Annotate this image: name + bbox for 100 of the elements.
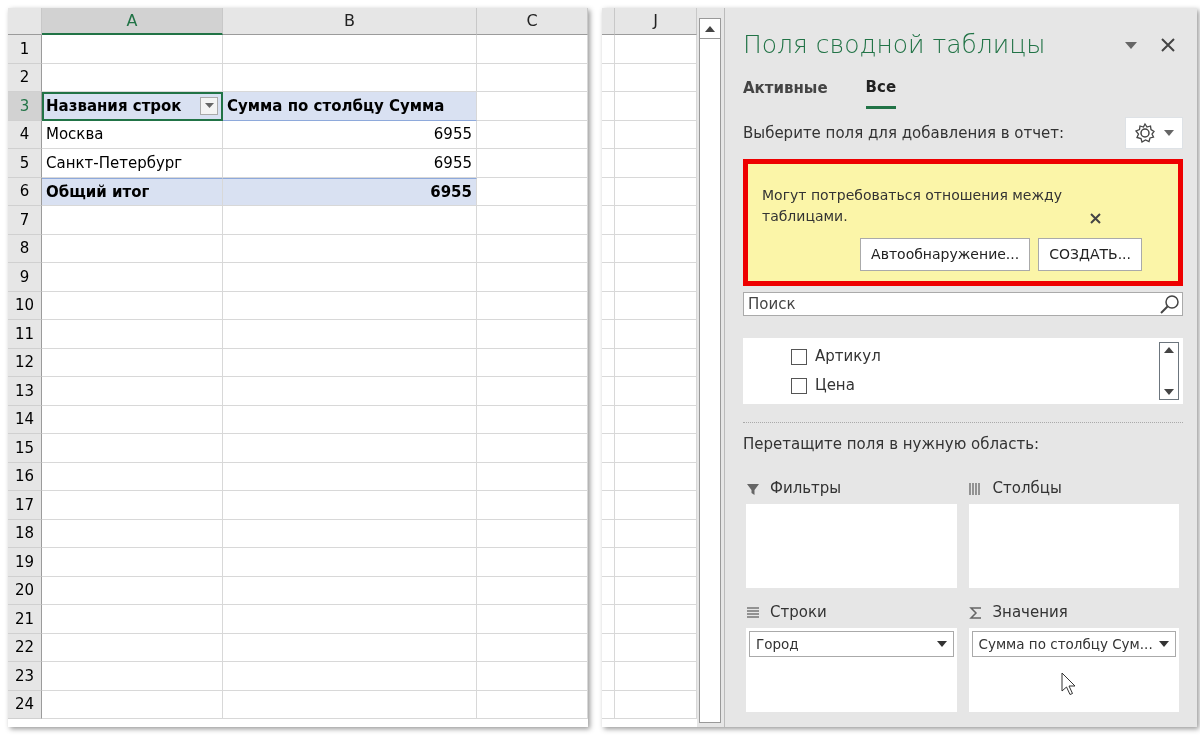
- field-item[interactable]: Цена: [743, 371, 1159, 400]
- column-header[interactable]: B: [223, 8, 477, 35]
- notice-text: Могут потребоваться отношения между таблицами.: [762, 186, 1063, 226]
- row-header[interactable]: 15: [8, 434, 42, 463]
- area-title: Значения: [992, 602, 1068, 624]
- table-cell: [602, 63, 615, 92]
- table-cell: [602, 576, 615, 605]
- row-header[interactable]: 5: [8, 149, 42, 178]
- mouse-pointer-icon: [1060, 671, 1077, 696]
- table-cell: [602, 263, 615, 292]
- total-cell: 6955: [223, 177, 477, 206]
- table-cell: [602, 120, 615, 149]
- cell-text: Названия строк: [46, 95, 182, 117]
- list-scrollbar[interactable]: [1159, 342, 1179, 400]
- notice-button[interactable]: СОЗДАТЬ...: [1038, 238, 1142, 271]
- tools-button[interactable]: [1125, 117, 1183, 149]
- total-cell: Общий итог: [42, 177, 223, 206]
- drag-hint-text: Перетащите поля в нужную область:: [743, 434, 1041, 455]
- row-header[interactable]: 7: [8, 206, 42, 235]
- tab[interactable]: Все: [865, 71, 897, 109]
- notice-button[interactable]: Автообнаружение...: [860, 238, 1031, 271]
- caret-icon: [1159, 640, 1169, 647]
- table-cell: [602, 234, 615, 263]
- field-item[interactable]: Артикул: [743, 342, 1159, 371]
- row-header[interactable]: 19: [8, 548, 42, 577]
- caret-icon: [1125, 41, 1137, 49]
- row-header[interactable]: 23: [8, 662, 42, 691]
- row-header[interactable]: 21: [8, 605, 42, 634]
- drop-area[interactable]: Сумма по столбцу Сум...: [968, 627, 1179, 712]
- table-cell: [602, 348, 615, 377]
- table-cell: [602, 320, 615, 349]
- row-header[interactable]: 2: [8, 63, 42, 92]
- table-cell: 6955: [223, 120, 477, 149]
- search-icon: [1159, 293, 1181, 315]
- table-cell: [602, 519, 615, 548]
- filter-icon: [746, 481, 760, 496]
- pivot-header-cell: Сумма по столбцу Сумма: [223, 92, 477, 121]
- table-cell: [602, 434, 615, 463]
- row-header[interactable]: 17: [8, 491, 42, 520]
- row-header[interactable]: 3: [8, 92, 42, 121]
- checkbox[interactable]: [791, 348, 807, 365]
- table-cell: [602, 605, 615, 634]
- row-header[interactable]: 16: [8, 462, 42, 491]
- row-header[interactable]: 8: [8, 234, 42, 263]
- area-title: Строки: [770, 602, 827, 624]
- checkbox[interactable]: [791, 377, 807, 394]
- table-cell: 6955: [223, 149, 477, 178]
- sigma-icon: [968, 605, 983, 620]
- table-cell: [602, 149, 615, 178]
- table-cell: [602, 35, 615, 64]
- row-header[interactable]: 20: [8, 576, 42, 605]
- table-cell: [602, 405, 615, 434]
- table-cell: Москва: [42, 120, 223, 149]
- row-header[interactable]: 4: [8, 120, 42, 149]
- table-cell: [602, 548, 615, 577]
- row-header[interactable]: 9: [8, 263, 42, 292]
- table-cell: [602, 177, 615, 206]
- row-header[interactable]: 6: [8, 177, 42, 206]
- filter-dropdown-button[interactable]: [200, 96, 218, 115]
- area-title: Столбцы: [992, 478, 1062, 500]
- close-icon: [1161, 38, 1175, 53]
- caret-icon: [204, 103, 214, 109]
- area-field-dropdown[interactable]: Город: [749, 630, 954, 657]
- row-header[interactable]: 14: [8, 405, 42, 434]
- table-cell: [602, 206, 615, 235]
- row-header[interactable]: 11: [8, 320, 42, 349]
- column-header[interactable]: J: [615, 8, 697, 35]
- row-header[interactable]: 24: [8, 690, 42, 719]
- vertical-scrollbar[interactable]: [699, 18, 721, 723]
- columns-icon: [968, 481, 983, 496]
- gear-icon: [1134, 122, 1156, 144]
- field-label: Цена: [815, 375, 855, 397]
- search-field[interactable]: Поиск: [743, 292, 1183, 316]
- area-title: Фильтры: [770, 478, 842, 500]
- scroll-up-icon[interactable]: [705, 25, 715, 32]
- tab[interactable]: Активные: [743, 71, 828, 109]
- table-cell: [602, 491, 615, 520]
- table-cell: [602, 377, 615, 406]
- row-header[interactable]: 10: [8, 291, 42, 320]
- pivot-header-cell[interactable]: Названия строк: [42, 92, 223, 121]
- table-cell: [602, 690, 615, 719]
- area-field-dropdown[interactable]: Сумма по столбцу Сум...: [971, 630, 1176, 657]
- rows-icon: [746, 605, 760, 620]
- caret-icon: [1164, 130, 1174, 136]
- table-cell: Санкт-Петербург: [42, 149, 223, 178]
- table-cell: [602, 633, 615, 662]
- row-header[interactable]: 22: [8, 633, 42, 662]
- drop-area[interactable]: Город: [746, 627, 957, 712]
- table-cell: [602, 662, 615, 691]
- row-header[interactable]: 12: [8, 348, 42, 377]
- row-header[interactable]: 18: [8, 519, 42, 548]
- column-header[interactable]: C: [477, 8, 588, 35]
- row-header[interactable]: 1: [8, 35, 42, 64]
- table-cell: [602, 462, 615, 491]
- table-cell: [602, 291, 615, 320]
- panel-title: Поля сводной таблицы: [743, 29, 1047, 61]
- table-cell: [602, 92, 615, 121]
- prompt-text: Выберите поля для добавления в отчет:: [743, 122, 1065, 144]
- row-header[interactable]: 13: [8, 377, 42, 406]
- column-header[interactable]: A: [42, 8, 223, 35]
